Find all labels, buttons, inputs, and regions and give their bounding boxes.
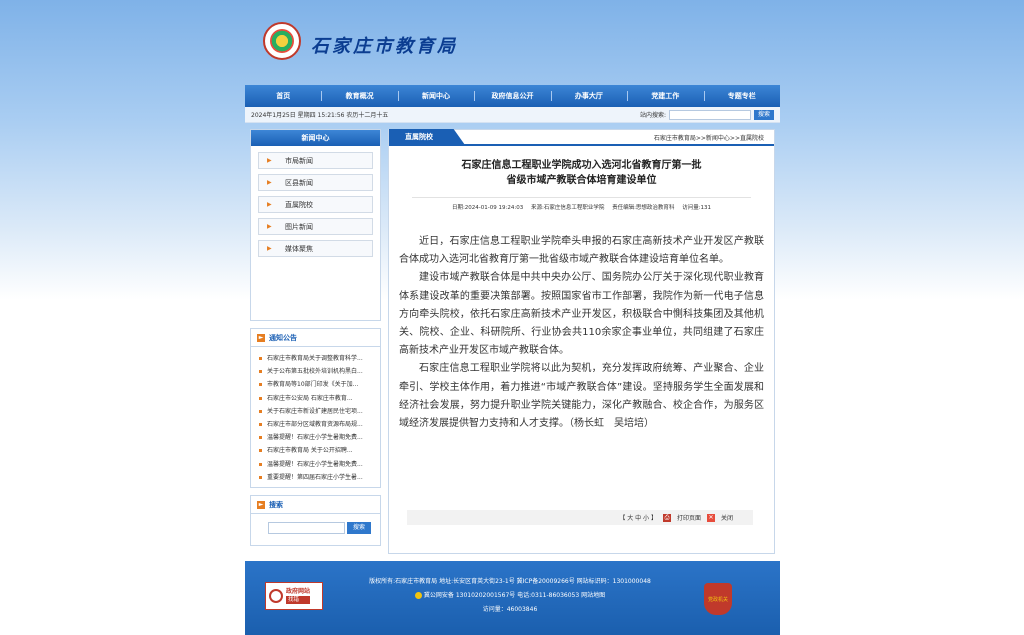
triangle-right-icon: ▶ [267, 179, 272, 186]
article-views: 访问量:131 [682, 205, 712, 211]
news-center-title: 新闻中心 [251, 130, 380, 146]
notice-item[interactable]: 温馨提醒！石家庄小学生暑期免费... [259, 431, 374, 444]
site-header: 石家庄市教育局 [245, 0, 780, 85]
triangle-right-icon: ▶ [267, 157, 272, 164]
main-nav: 首页 教育概况 新闻中心 政府信息公开 办事大厅 党建工作 专题专栏 [245, 85, 780, 107]
category-district-news[interactable]: ▶ 区县新闻 [258, 174, 373, 191]
notice-item[interactable]: 关于石家庄市新设扩建居民住宅项... [259, 405, 374, 418]
gov-website-error-badge[interactable]: 政府网站 找错 [265, 582, 323, 610]
category-media-focus[interactable]: ▶ 媒体聚焦 [258, 240, 373, 257]
article-source: 来源:石家庄信息工程职业学院 [530, 205, 605, 211]
nav-party-work[interactable]: 党建工作 [627, 85, 703, 107]
sidebar-search-row: 搜索 [251, 514, 380, 534]
article-paragraph: 建设市域产教联合体是中共中央办公厅、国务院办公厅关于深化现代职业教育体系建设改革… [399, 272, 764, 357]
article-body: 近日，石家庄信息工程职业学院牵头申报的石家庄高新技术产业开发区产教联合体成功入选… [399, 233, 764, 433]
education-bureau-emblem-icon [263, 22, 301, 60]
nav-service-hall[interactable]: 办事大厅 [550, 85, 627, 107]
notice-header: ► 通知公告 [251, 329, 380, 347]
notice-list: 石家庄市教育局关于调整教育科学... 关于公布第五批校外培训机构黑白... 市教… [251, 347, 380, 484]
print-button[interactable]: 打印页面 [677, 513, 701, 522]
site-search-input[interactable] [668, 109, 751, 120]
sidebar-search-header: ► 搜索 [251, 496, 380, 514]
left-sidebar: 新闻中心 ▶ 市局新闻 ▶ 区县新闻 ▶ 直属院校 ▶ 图片新闻 ▶ 媒体聚焦 ► 通知公… [250, 129, 381, 546]
close-button[interactable]: 关闭 [721, 513, 733, 522]
site-search: 站内搜索: 搜索 [639, 109, 774, 120]
footer-line3: 访问量：46003846 [482, 606, 538, 613]
category-affiliated-schools[interactable]: ▶ 直属院校 [258, 196, 373, 213]
sidebar-search-input[interactable] [268, 522, 345, 534]
gov-badge-text: 政府网站 找错 [286, 588, 311, 604]
arrow-right-icon: ► [257, 500, 265, 509]
site-title[interactable]: 石家庄市教育局 [311, 32, 458, 58]
arrow-right-icon: ► [257, 333, 265, 342]
triangle-right-icon: ▶ [267, 223, 272, 230]
notice-item[interactable]: 石家庄市教育局 关于公开招聘... [259, 444, 374, 457]
article-panel: 直属院校 石家庄市教育局>>新闻中心>>直属院校 石家庄信息工程职业学院成功入选… [388, 129, 775, 554]
category-photo-news[interactable]: ▶ 图片新闻 [258, 218, 373, 235]
notice-item[interactable]: 重要提醒！第四届石家庄小学生暑... [259, 471, 374, 484]
close-icon[interactable]: ✕ [706, 513, 715, 522]
police-badge-icon [414, 592, 422, 599]
tab-affiliated-schools[interactable]: 直属院校 [389, 129, 465, 145]
article-title: 石家庄信息工程职业学院成功入选河北省教育厅第一批 省级市域产教联合体培育建设单位 [389, 158, 774, 188]
news-center-box: 新闻中心 ▶ 市局新闻 ▶ 区县新闻 ▶ 直属院校 ▶ 图片新闻 ▶ 媒体聚焦 [250, 129, 381, 321]
site-search-button[interactable]: 搜索 [753, 109, 774, 120]
sidebar-search-button[interactable]: 搜索 [347, 522, 372, 534]
news-category-list: ▶ 市局新闻 ▶ 区县新闻 ▶ 直属院校 ▶ 图片新闻 ▶ 媒体聚焦 [251, 146, 380, 268]
site-search-label: 站内搜索: [639, 112, 666, 119]
article-meta: 日期:2024-01-09 19:24:03 来源:石家庄信息工程职业学院 责任… [412, 197, 751, 211]
breadcrumb[interactable]: 石家庄市教育局>>新闻中心>>直属院校 [654, 133, 774, 142]
sidebar-search-title: 搜索 [269, 500, 283, 509]
article-title-line1: 石家庄信息工程职业学院成功入选河北省教育厅第一批 [461, 160, 702, 171]
gov-badge-top: 政府网站 [286, 588, 311, 595]
notice-item[interactable]: 石家庄市教育局关于调整教育科学... [259, 352, 374, 365]
gov-badge-bottom: 找错 [286, 596, 311, 604]
party-gov-organ-badge[interactable]: 党政机关 [704, 583, 732, 615]
info-bar: 2024年1月25日 星期四 15:21:56 农历十二月十五 站内搜索: 搜索 [245, 107, 780, 123]
article-title-line2: 省级市域产教联合体培育建设单位 [506, 175, 657, 186]
notice-item[interactable]: 石家庄市公安局 石家庄市教育... [259, 392, 374, 405]
category-bureau-news[interactable]: ▶ 市局新闻 [258, 152, 373, 169]
article-paragraph: 近日，石家庄信息工程职业学院牵头申报的石家庄高新技术产业开发区产教联合体成功入选… [399, 236, 764, 266]
footer-line2[interactable]: 冀公网安备 13010202001567号 电话:0311-86036053 网… [424, 592, 605, 599]
nav-gov-info[interactable]: 政府信息公开 [474, 85, 550, 107]
party-badge-text: 党政机关 [707, 596, 728, 603]
notice-item[interactable]: 市教育局等10部门印发《关于加... [259, 378, 374, 391]
article-toolbar: 【 大 中 小 】 ⎙ 打印页面 ✕ 关闭 [407, 510, 753, 525]
nav-home[interactable]: 首页 [245, 85, 321, 107]
nav-topics[interactable]: 专题专栏 [703, 85, 780, 107]
notice-item[interactable]: 石家庄市部分区域教育资源布局规... [259, 418, 374, 431]
article-editor: 责任编辑:思想政治教育科 [612, 205, 675, 211]
triangle-right-icon: ▶ [267, 201, 272, 208]
article-tabbar: 直属院校 石家庄市教育局>>新闻中心>>直属院校 [389, 129, 774, 146]
nav-news-center[interactable]: 新闻中心 [397, 85, 474, 107]
print-icon[interactable]: ⎙ [662, 513, 671, 522]
page-wrapper: 石家庄市教育局 首页 教育概况 新闻中心 政府信息公开 办事大厅 党建工作 专题… [245, 0, 780, 635]
footer-info: 版权所有:石家庄市教育局 地址:长安区育英大街23-1号 冀ICP备200092… [345, 575, 675, 617]
article-date: 日期:2024-01-09 19:24:03 [451, 205, 524, 211]
sidebar-search-box: ► 搜索 搜索 [250, 495, 381, 546]
font-size-switcher[interactable]: 【 大 中 小 】 [619, 513, 657, 522]
notice-box: ► 通知公告 石家庄市教育局关于调整教育科学... 关于公布第五批校外培训机构黑… [250, 328, 381, 488]
footer-line1: 版权所有:石家庄市教育局 地址:长安区育英大街23-1号 冀ICP备200092… [369, 578, 651, 585]
footer-line2-wrap: 冀公网安备 13010202001567号 电话:0311-86036053 网… [345, 589, 675, 603]
notice-item[interactable]: 温馨提醒！石家庄小学生暑期免费... [259, 458, 374, 471]
article-paragraph: 石家庄信息工程职业学院将以此为契机，充分发挥政府统筹、产业聚合、企业牵引、学校主… [399, 363, 764, 430]
notice-item[interactable]: 关于公布第五批校外培训机构黑白... [259, 365, 374, 378]
triangle-right-icon: ▶ [267, 245, 272, 252]
site-footer: 政府网站 找错 版权所有:石家庄市教育局 地址:长安区育英大街23-1号 冀IC… [245, 561, 780, 635]
current-datetime: 2024年1月25日 星期四 15:21:56 农历十二月十五 [251, 112, 389, 119]
notice-title: 通知公告 [269, 333, 297, 342]
magnifier-icon [269, 589, 283, 603]
nav-overview[interactable]: 教育概况 [321, 85, 397, 107]
